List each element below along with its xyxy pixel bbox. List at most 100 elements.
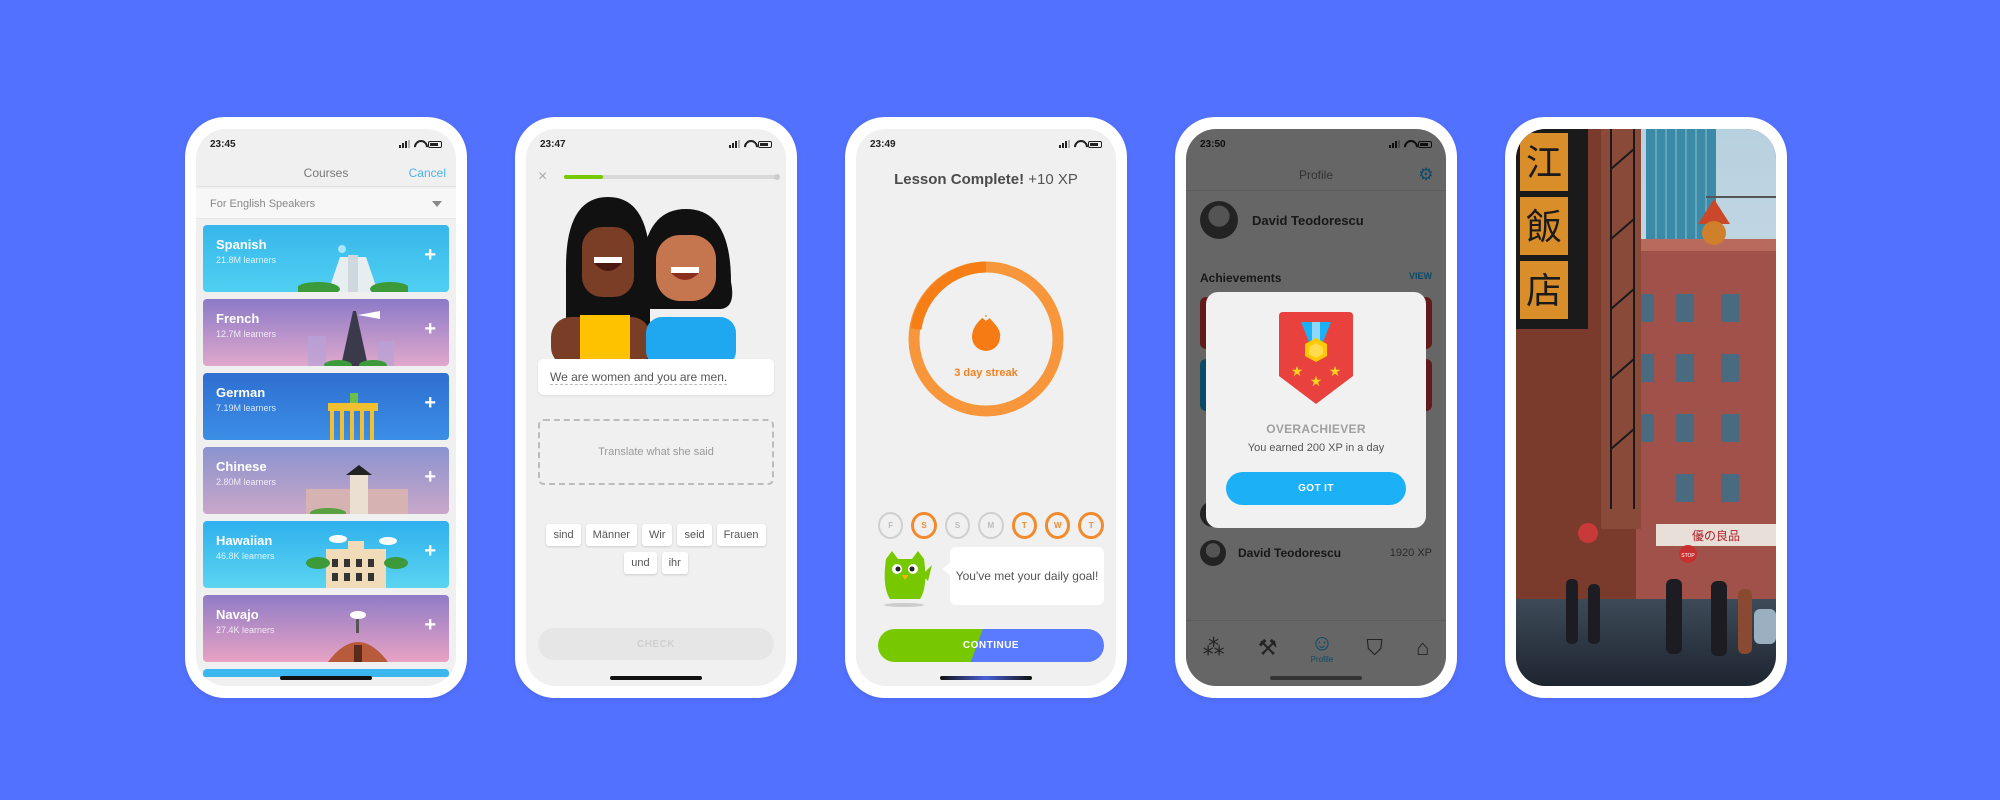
wifi-icon <box>414 140 424 148</box>
streak-day-active: T <box>1011 512 1037 539</box>
progress-end-dot <box>774 174 780 180</box>
check-button[interactable]: CHECK <box>538 628 774 660</box>
phone-lesson: 23:47 × We are women and you are men. Tr… <box>515 117 797 698</box>
pyramid-illustration <box>298 245 408 292</box>
achievement-description: You earned 200 XP in a day <box>1247 442 1385 454</box>
add-course-icon[interactable]: + <box>424 319 436 339</box>
word-chip[interactable]: sind <box>546 524 581 546</box>
prompt-speech-bubble: We are women and you are men. <box>538 359 774 395</box>
great-wall-illustration <box>306 465 408 514</box>
svg-text:★: ★ <box>1310 373 1323 389</box>
eiffel-tower-illustration <box>308 311 394 366</box>
got-it-label: GOT IT <box>1298 483 1334 494</box>
signal-icon <box>1059 140 1070 148</box>
home-indicator[interactable] <box>1270 676 1362 680</box>
status-bar: 23:47 <box>526 129 786 159</box>
status-icons <box>729 140 772 148</box>
continue-label: CONTINUE <box>962 640 1020 651</box>
sign-char-2: 飯 <box>1526 206 1562 247</box>
status-time: 23:45 <box>210 138 236 150</box>
streak-day-active: W <box>1045 512 1071 539</box>
add-course-icon[interactable]: + <box>424 393 436 413</box>
sign-char-1: 江 <box>1526 142 1562 183</box>
word-chip[interactable]: seid <box>677 524 712 546</box>
goal-message-bubble: You've met your daily goal! <box>942 547 1104 605</box>
wifi-icon <box>1074 140 1084 148</box>
home-indicator[interactable] <box>610 676 702 680</box>
chinatown-street-photo: 江 飯 店 優の良品 STOP <box>1516 129 1776 686</box>
stop-sign: STOP <box>1681 553 1695 559</box>
courses-screen: 23:45 Courses Cancel For English Speaker… <box>196 129 456 686</box>
medal-badge-icon: ★ ★ ★ <box>1279 312 1353 404</box>
add-course-icon[interactable]: + <box>424 245 436 265</box>
wifi-icon <box>744 140 754 148</box>
svg-text:★: ★ <box>1291 363 1304 379</box>
course-card-navajo[interactable]: Navajo 27.4K learners + <box>203 595 449 662</box>
signal-icon <box>729 140 740 148</box>
chevron-down-icon <box>432 200 442 207</box>
streak-label: 3 day streak <box>954 367 1018 379</box>
signal-icon <box>399 140 410 148</box>
sign-char-3: 店 <box>1526 270 1562 311</box>
cancel-button[interactable]: Cancel <box>409 159 446 187</box>
lesson-progress-fill <box>564 175 603 179</box>
continue-button[interactable]: CONTINUE <box>878 629 1104 662</box>
title-text: Lesson Complete! <box>894 171 1025 188</box>
lesson-progress-bar <box>564 174 780 180</box>
phone-photo: 江 飯 店 優の良品 STOP <box>1505 117 1787 698</box>
answer-drop-area[interactable]: Translate what she said <box>538 419 774 485</box>
language-filter-dropdown[interactable]: For English Speakers <box>196 189 456 219</box>
status-icons <box>399 140 442 148</box>
xp-gain: +10 XP <box>1028 171 1078 188</box>
streak-day-inactive: S <box>944 512 971 539</box>
course-card-french[interactable]: French 12.7M learners + <box>203 299 449 366</box>
phone-profile: 23:50 Profile ⚙ David Teodorescu Achieve… <box>1175 117 1457 698</box>
status-bar: 23:45 <box>196 129 456 159</box>
home-indicator[interactable] <box>940 676 1032 680</box>
palace-illustration <box>306 535 408 588</box>
add-course-icon[interactable]: + <box>424 615 436 635</box>
word-chip[interactable]: Frauen <box>716 524 766 546</box>
profile-screen: 23:50 Profile ⚙ David Teodorescu Achieve… <box>1186 129 1446 686</box>
course-card-chinese[interactable]: Chinese 2.80M learners + <box>203 447 449 514</box>
streak-day-inactive: M <box>978 512 1004 539</box>
streak-day-inactive: F <box>878 512 904 539</box>
streak-day-active: T <box>1078 512 1104 539</box>
course-card-hawaiian[interactable]: Hawaiian 46.8K learners + <box>203 521 449 588</box>
phone-lesson-complete: 23:49 Lesson Complete! +10 XP 3 day stre… <box>845 117 1127 698</box>
characters-illustration <box>551 197 736 367</box>
brandenburg-gate-illustration <box>328 393 378 440</box>
prompt-sentence[interactable]: We are women and you are men. <box>550 370 728 385</box>
word-chip[interactable]: ihr <box>661 552 688 574</box>
courses-navbar: Courses Cancel <box>196 159 456 187</box>
add-course-icon[interactable]: + <box>424 541 436 561</box>
duo-owl-mascot <box>884 551 932 607</box>
course-card-german[interactable]: German 7.19M learners + <box>203 373 449 440</box>
hogan-illustration <box>328 611 388 662</box>
language-filter-value: For English Speakers <box>210 197 316 210</box>
check-label: CHECK <box>636 638 676 650</box>
add-course-icon[interactable]: + <box>424 467 436 487</box>
word-chip[interactable]: Wir <box>641 524 673 546</box>
close-icon[interactable]: × <box>538 169 547 185</box>
word-chip[interactable]: und <box>624 552 657 574</box>
flame-icon <box>972 307 1001 351</box>
answer-placeholder: Translate what she said <box>598 446 714 458</box>
word-bank: sind Männer Wir seid Frauen und ihr <box>536 524 776 574</box>
status-bar: 23:49 <box>856 129 1116 159</box>
goal-message: You've met your daily goal! <box>955 569 1099 583</box>
page-title: Courses <box>303 166 349 180</box>
battery-icon <box>758 140 772 148</box>
got-it-button[interactable]: GOT IT <box>1226 472 1406 505</box>
home-indicator[interactable] <box>280 676 372 680</box>
course-list: Spanish 21.8M learners + French 12.7M le… <box>203 225 449 677</box>
storefront-sign: 優の良品 <box>1692 528 1740 543</box>
status-icons <box>1059 140 1102 148</box>
course-card-spanish[interactable]: Spanish 21.8M learners + <box>203 225 449 292</box>
status-time: 23:49 <box>870 138 896 150</box>
lesson-complete-title: Lesson Complete! +10 XP <box>856 171 1116 188</box>
lesson-complete-screen: 23:49 Lesson Complete! +10 XP 3 day stre… <box>856 129 1116 686</box>
phone-courses: 23:45 Courses Cancel For English Speaker… <box>185 117 467 698</box>
word-chip[interactable]: Männer <box>585 524 637 546</box>
streak-day-row: FSSMTWT <box>878 512 1104 539</box>
